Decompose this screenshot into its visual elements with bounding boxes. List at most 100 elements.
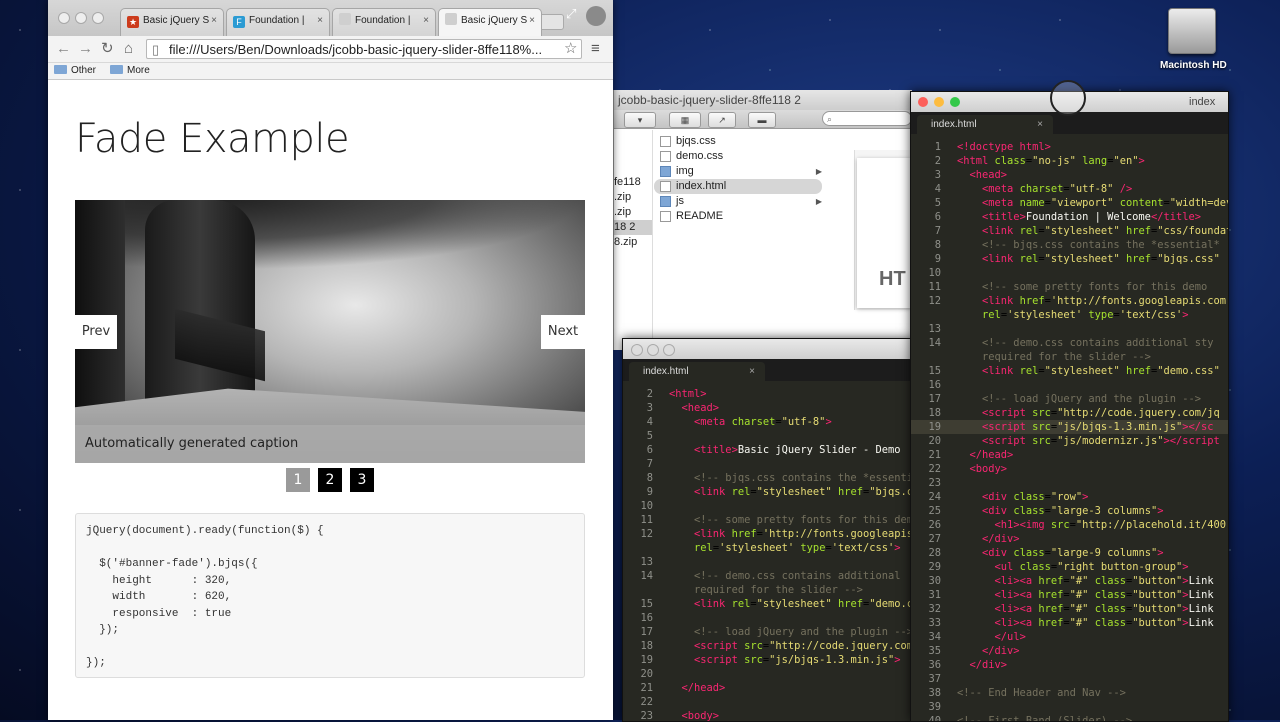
home-icon[interactable]: ⌂ [124, 40, 133, 58]
minimize-window-icon[interactable] [75, 12, 87, 24]
fullscreen-icon[interactable]: ⤢ [566, 6, 576, 22]
code-line[interactable]: 15 <link rel="stylesheet" href="demo.css… [911, 364, 1228, 378]
finder-file-item[interactable]: README [654, 209, 822, 224]
code-line[interactable]: 37 [911, 672, 1228, 686]
pager-2-button[interactable]: 2 [318, 468, 342, 492]
code-line[interactable]: 3 <head> [623, 401, 913, 415]
code-line[interactable]: 19 <script src="js/bjqs-1.3.min.js"></sc [911, 420, 1228, 434]
code-line[interactable]: 7 <link rel="stylesheet" href="css/found… [911, 224, 1228, 238]
code-line[interactable]: 19 <script src="js/bjqs-1.3.min.js"> [623, 653, 913, 667]
code-line[interactable]: 4 <meta charset="utf-8"> [623, 415, 913, 429]
code-line[interactable]: 17 <!-- load jQuery and the plugin --> [623, 625, 913, 639]
code-line[interactable]: rel='stylesheet' type='text/css'> [623, 541, 913, 555]
finder-file-item[interactable]: demo.css [654, 149, 822, 164]
code-line[interactable]: 33 <li><a href="#" class="button">Link [911, 616, 1228, 630]
bookmark-more[interactable]: More [110, 65, 150, 76]
zoom-window-icon[interactable] [92, 12, 104, 24]
close-tab-icon[interactable]: × [1037, 115, 1043, 135]
code-line[interactable]: 9 <link rel="stylesheet" href="bjqs.css" [911, 252, 1228, 266]
bookmark-other[interactable]: Other [54, 65, 96, 76]
code-line[interactable]: 1 <!doctype html> [911, 140, 1228, 154]
next-button[interactable]: Next [541, 315, 585, 349]
code-line[interactable]: 26 <h1><img src="http://placehold.it/400 [911, 518, 1228, 532]
finder-left-item[interactable] [614, 160, 652, 175]
code-line[interactable]: 12 <link href='http://fonts.googleapis.c… [623, 527, 913, 541]
code-line[interactable]: 10 [623, 499, 913, 513]
code-line[interactable]: 16 [911, 378, 1228, 392]
share-button[interactable]: ↗ [708, 112, 736, 128]
code-line[interactable]: 18 <script src="http://code.jquery.com [623, 639, 913, 653]
finder-left-item[interactable]: .zip [614, 190, 652, 205]
code-line[interactable]: required for the slider --> [911, 350, 1228, 364]
macintosh-hd-icon[interactable]: Macintosh HD [1160, 8, 1227, 80]
finder-left-item[interactable]: 18 2 [614, 220, 652, 235]
code-line[interactable]: 39 [911, 700, 1228, 714]
finder-left-item[interactable] [614, 130, 652, 145]
code-line[interactable]: 22 <body> [911, 462, 1228, 476]
zoom-window-icon[interactable] [950, 97, 960, 107]
code-line[interactable]: 13 [911, 322, 1228, 336]
code-line[interactable]: 30 <li><a href="#" class="button">Link [911, 574, 1228, 588]
code-line[interactable]: 7 [623, 457, 913, 471]
code-line[interactable]: 24 <div class="row"> [911, 490, 1228, 504]
code-line[interactable]: 11 <!-- some pretty fonts for this demo [911, 280, 1228, 294]
code-line[interactable]: 8 <!-- bjqs.css contains the *essential* [911, 238, 1228, 252]
code-line[interactable]: 38 <!-- End Header and Nav --> [911, 686, 1228, 700]
pager-3-button[interactable]: 3 [350, 468, 374, 492]
address-bar[interactable]: ▯ file:///Users/Ben/Downloads/jcobb-basi… [146, 39, 582, 59]
finder-file-item[interactable]: index.html [654, 179, 822, 194]
code-line[interactable]: 20 <script src="js/modernizr.js"></scrip… [911, 434, 1228, 448]
close-tab-icon[interactable]: × [317, 9, 323, 33]
code-line[interactable]: 6 <title>Foundation | Welcome</title> [911, 210, 1228, 224]
pager-1-button[interactable]: 1 [286, 468, 310, 492]
close-tab-icon[interactable]: × [749, 362, 755, 382]
finder-left-item[interactable]: fe118 [614, 175, 652, 190]
finder-file-item[interactable]: bjqs.css [654, 134, 822, 149]
code-line[interactable]: 22 [623, 695, 913, 709]
finder-file-item[interactable]: js ▶ [654, 194, 822, 209]
code-line[interactable]: 32 <li><a href="#" class="button">Link [911, 602, 1228, 616]
close-window-icon[interactable] [631, 344, 643, 356]
reload-icon[interactable]: ↻ [101, 40, 114, 58]
code-line[interactable]: 10 [911, 266, 1228, 280]
finder-left-item[interactable]: .zip [614, 205, 652, 220]
code-line[interactable]: 13 [623, 555, 913, 569]
code-line[interactable]: 28 <div class="large-9 columns"> [911, 546, 1228, 560]
back-icon[interactable]: ← [56, 40, 71, 58]
close-tab-icon[interactable]: × [211, 9, 217, 33]
code-line[interactable]: 4 <meta charset="utf-8" /> [911, 182, 1228, 196]
code-line[interactable]: 8 <!-- bjqs.css contains the *essential* [623, 471, 913, 485]
tag-button[interactable]: ▬ [748, 112, 776, 128]
prev-button[interactable]: Prev [75, 315, 117, 349]
close-window-icon[interactable] [918, 97, 928, 107]
browser-tab[interactable]: Foundation | × [332, 8, 436, 36]
finder-file-item[interactable]: img ▶ [654, 164, 822, 179]
finder-search-input[interactable]: ⌕ [822, 111, 912, 126]
code-line[interactable]: 29 <ul class="right button-group"> [911, 560, 1228, 574]
finder-left-item[interactable]: 8.zip [614, 235, 652, 250]
close-tab-icon[interactable]: × [529, 9, 535, 33]
browser-tab[interactable]: Basic jQuery S × [438, 8, 542, 36]
code-line[interactable]: 34 </ul> [911, 630, 1228, 644]
code-line[interactable]: 16 [623, 611, 913, 625]
code-line[interactable]: 40 <!-- First Band (Slider) --> [911, 714, 1228, 721]
editor-front-code[interactable]: 1 <!doctype html> 2 <html class="no-js" lan… [911, 134, 1228, 721]
code-line[interactable]: 27 </div> [911, 532, 1228, 546]
close-window-icon[interactable] [58, 12, 70, 24]
browser-tab[interactable]: F Foundation | × [226, 8, 330, 36]
code-line[interactable]: 21 </head> [623, 681, 913, 695]
code-line[interactable]: 12 <link href='http://fonts.googleapis.c… [911, 294, 1228, 308]
menu-icon[interactable]: ≡ [591, 40, 600, 58]
code-line[interactable]: 21 </head> [911, 448, 1228, 462]
code-line[interactable]: 3 <head> [911, 168, 1228, 182]
code-line[interactable]: required for the slider --> [623, 583, 913, 597]
editor-back-code[interactable]: 2 <html> 3 <head> 4 <meta charset="utf-8"> 5… [623, 381, 913, 721]
code-line[interactable]: 15 <link rel="stylesheet" href="demo.css… [623, 597, 913, 611]
code-line[interactable]: 31 <li><a href="#" class="button">Link [911, 588, 1228, 602]
arrange-button[interactable]: ▦ [669, 112, 701, 128]
code-line[interactable]: 20 [623, 667, 913, 681]
code-line[interactable]: 2 <html class="no-js" lang="en"> [911, 154, 1228, 168]
dropbox-button[interactable]: ▾ [624, 112, 656, 128]
code-line[interactable]: 17 <!-- load jQuery and the plugin --> [911, 392, 1228, 406]
code-line[interactable]: 5 <meta name="viewport" content="width=d… [911, 196, 1228, 210]
